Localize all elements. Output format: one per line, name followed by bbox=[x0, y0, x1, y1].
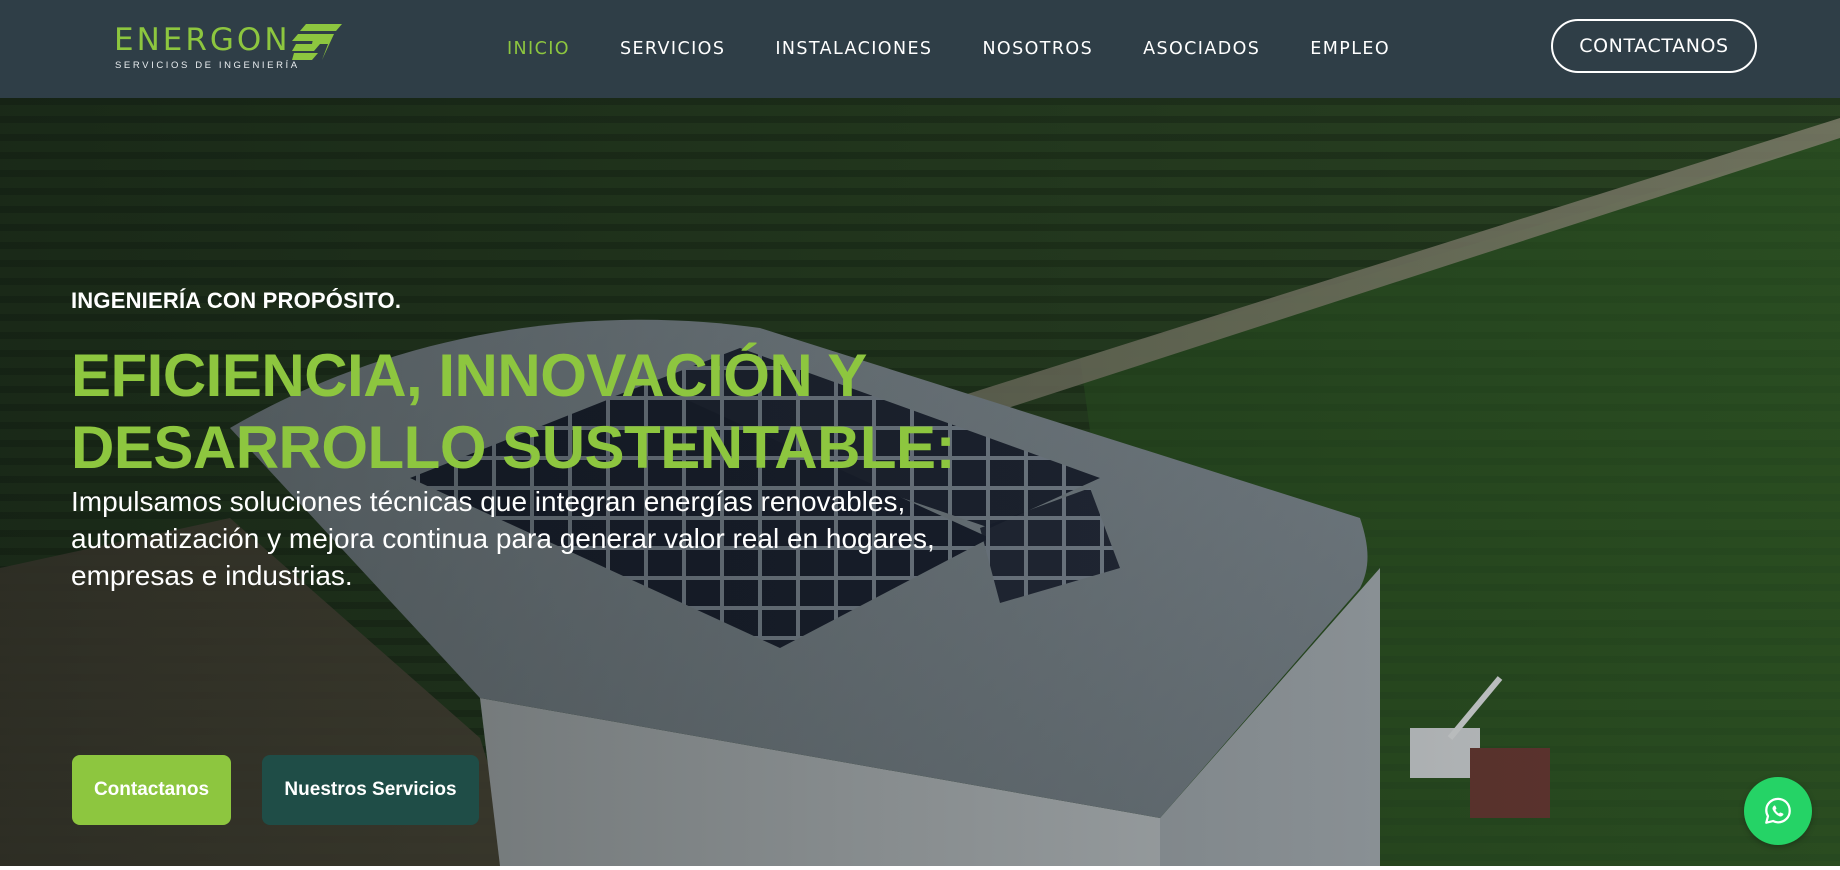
logo-bolt-icon bbox=[292, 24, 342, 60]
main-nav: INICIO SERVICIOS INSTALACIONES NOSOTROS … bbox=[490, 0, 1440, 98]
hero-lead-line-1: Impulsamos soluciones técnicas que integ… bbox=[71, 486, 906, 517]
contact-button[interactable]: Contactanos bbox=[72, 755, 231, 825]
nav-item-servicios[interactable]: SERVICIOS bbox=[620, 39, 725, 59]
whatsapp-icon bbox=[1765, 797, 1791, 824]
nav-item-asociados[interactable]: ASOCIADOS bbox=[1143, 39, 1260, 59]
header-contact-button[interactable]: CONTACTANOS bbox=[1551, 19, 1757, 73]
hero-section: INGENIERÍA CON PROPÓSITO. EFICIENCIA, IN… bbox=[0, 98, 1840, 866]
nav-item-inicio[interactable]: INICIO bbox=[507, 39, 570, 59]
nav-item-nosotros[interactable]: NOSOTROS bbox=[982, 39, 1093, 59]
whatsapp-button[interactable] bbox=[1744, 777, 1812, 845]
hero-headline-line-1: EFICIENCIA, INNOVACIÓN Y bbox=[71, 342, 867, 409]
nav-item-empleo[interactable]: EMPLEO bbox=[1310, 39, 1390, 59]
hero-headline: EFICIENCIA, INNOVACIÓN Y DESARROLLO SUST… bbox=[71, 340, 971, 484]
hero-lead: Impulsamos soluciones técnicas que integ… bbox=[71, 483, 1051, 594]
hero-lead-line-3: empresas e industrias. bbox=[71, 560, 353, 591]
nav-item-instalaciones[interactable]: INSTALACIONES bbox=[775, 39, 932, 59]
hero-lead-line-2: automatización y mejora continua para ge… bbox=[71, 523, 935, 554]
brand-name: ENERGON bbox=[114, 22, 291, 58]
services-button[interactable]: Nuestros Servicios bbox=[262, 755, 479, 825]
brand-tagline: SERVICIOS DE INGENIERÍA bbox=[115, 60, 300, 71]
hero-eyebrow: INGENIERÍA CON PROPÓSITO. bbox=[71, 288, 402, 313]
hero-headline-line-2: DESARROLLO SUSTENTABLE: bbox=[71, 414, 956, 481]
brand-logo[interactable]: ENERGON SERVICIOS DE INGENIERÍA bbox=[114, 22, 354, 72]
site-header: ENERGON SERVICIOS DE INGENIERÍA INICIO S… bbox=[0, 0, 1840, 98]
